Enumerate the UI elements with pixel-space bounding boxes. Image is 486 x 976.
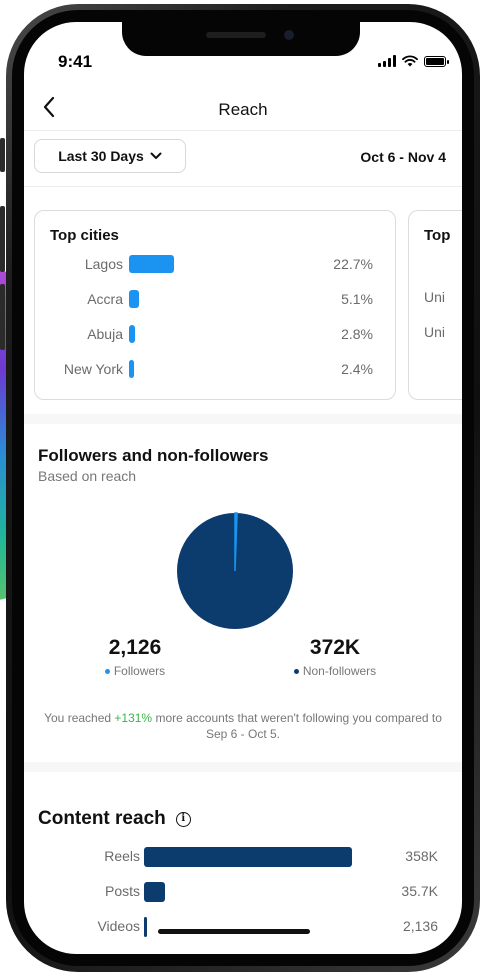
comparison-note-highlight: +131% (114, 711, 153, 725)
home-indicator[interactable] (158, 929, 310, 934)
non-followers-dot (293, 669, 299, 675)
date-range-dropdown-label: Last 30 Days (58, 148, 144, 164)
city-row: Lagos 22.7% (35, 253, 395, 275)
signal-icon (378, 55, 396, 67)
filter-divider (24, 186, 462, 187)
city-row: Abuja 2.8% (35, 323, 395, 345)
content-reach-label: Posts (104, 883, 140, 899)
content-reach-value: 358K (405, 848, 438, 864)
city-percent: 5.1% (341, 291, 373, 307)
content-reach-bar (144, 882, 165, 902)
followers-section-subtitle: Based on reach (38, 468, 137, 484)
top-cities-card[interactable]: Top cities Lagos 22.7% Accra 5.1% Abuja 2.8% N… (34, 210, 396, 400)
country-label-2: Uni (424, 324, 446, 340)
content-reach-bar (144, 917, 147, 937)
mute-switch (0, 138, 5, 172)
followers-section-title: Followers and non-followers (38, 446, 269, 465)
date-range-dropdown[interactable]: Last 30 Days (34, 139, 186, 173)
content-reach-value: 35.7K (401, 883, 438, 899)
city-bar (129, 290, 140, 308)
notch (122, 22, 360, 56)
non-followers-label: Non-followers (302, 664, 377, 678)
camera (284, 30, 294, 40)
city-percent: 2.8% (341, 326, 373, 342)
city-bar (129, 325, 135, 343)
stage: 9:41 Reach Last 30 Days Oct 6 - Nov 4 To… (0, 0, 486, 976)
non-followers-legend: Non-followers (280, 664, 390, 678)
city-row: Accra 5.1% (35, 288, 395, 310)
section-separator-2 (24, 762, 462, 772)
content-reach-title-row: Content reach i (38, 808, 191, 830)
country-label-1: Uni (424, 289, 446, 305)
content-reach-row: Videos 2,136 (24, 916, 462, 938)
city-bar (129, 255, 174, 273)
city-row: New York 2.4% (35, 358, 395, 380)
date-range-text: Oct 6 - Nov 4 (360, 149, 446, 165)
content-reach-bar (144, 847, 352, 867)
city-name: New York (63, 361, 123, 377)
followers-legend: Followers (80, 664, 190, 678)
status-icons (378, 55, 449, 67)
city-percent: 22.7% (333, 256, 373, 272)
content-reach-label: Reels (104, 848, 140, 864)
followers-pie-chart (176, 512, 294, 630)
status-time: 9:41 (58, 52, 93, 71)
phone-bezel: 9:41 Reach Last 30 Days Oct 6 - Nov 4 To… (12, 10, 474, 966)
speaker (206, 32, 266, 38)
wifi-icon (402, 55, 418, 67)
followers-label: Followers (113, 664, 166, 678)
comparison-note: You reached +131% more accounts that wer… (44, 710, 442, 742)
content-reach-label: Videos (97, 918, 140, 934)
screen: 9:41 Reach Last 30 Days Oct 6 - Nov 4 To… (24, 22, 462, 954)
city-name: Lagos (84, 256, 123, 272)
followers-dot (104, 669, 110, 675)
phone-frame: 9:41 Reach Last 30 Days Oct 6 - Nov 4 To… (6, 4, 480, 972)
top-countries-card[interactable]: Top Uni Uni (408, 210, 462, 400)
pie-svg (177, 512, 293, 629)
content-reach-title: Content reach (38, 808, 166, 829)
city-percent: 2.4% (341, 361, 373, 377)
content-reach-value: 2,136 (402, 918, 438, 934)
content-reach-row: Posts 35.7K (24, 881, 462, 903)
city-name: Accra (87, 291, 123, 307)
city-name: Abuja (87, 326, 123, 342)
info-icon[interactable]: i (175, 811, 191, 827)
comparison-note-suffix: more accounts that weren't following you… (152, 711, 442, 741)
section-separator (24, 414, 462, 424)
page-title: Reach (218, 100, 268, 119)
city-bar (129, 360, 134, 378)
nav-divider (24, 130, 462, 131)
followers-value: 2,126 (108, 636, 162, 659)
chevron-down-icon (150, 152, 162, 159)
volume-down-button (0, 284, 5, 350)
battery-icon (424, 55, 449, 67)
comparison-note-prefix: You reached (44, 711, 115, 725)
content-reach-row: Reels 358K (24, 846, 462, 868)
top-countries-title: Top (424, 227, 451, 244)
top-cities-title: Top cities (50, 227, 119, 244)
nav-bar: Reach (24, 86, 462, 132)
non-followers-value: 372K (309, 636, 361, 659)
volume-up-button (0, 206, 5, 272)
